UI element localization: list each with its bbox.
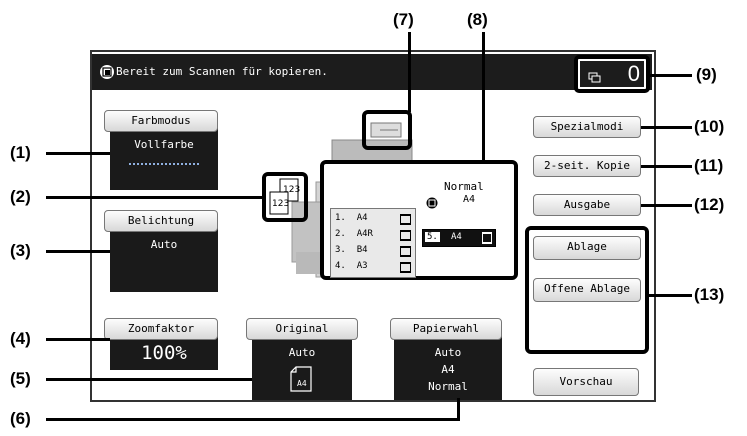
callout-line-3 — [46, 250, 110, 253]
callout-line-7 — [408, 32, 411, 112]
zoom-value: 100% — [141, 342, 187, 364]
bypass-tray[interactable]: 5. A4 — [422, 229, 496, 247]
tray-paper-type: Normal — [444, 180, 484, 193]
original-value: Auto — [288, 346, 316, 359]
quick-file-button[interactable]: Offene Ablage — [533, 278, 641, 302]
copies-icon — [588, 69, 602, 88]
tray-row[interactable]: 2. A4R — [335, 229, 411, 241]
callout-line-2 — [46, 196, 262, 199]
tray-row[interactable]: 1. A4 — [335, 213, 411, 225]
copy-count: 0 — [627, 61, 640, 86]
original-size: A4 — [297, 379, 307, 388]
paper-value: Auto — [434, 346, 462, 359]
svg-text:123: 123 — [283, 185, 300, 195]
special-modes-button[interactable]: Spezialmodi — [533, 116, 641, 138]
callout-line-11 — [641, 165, 692, 168]
bypass-tray-number: 5. — [425, 232, 440, 242]
callout-line-12 — [641, 204, 692, 207]
callout-line-5 — [46, 378, 252, 381]
svg-text:123: 123 — [272, 199, 289, 209]
tray-row[interactable]: 4. A3 — [335, 261, 411, 273]
callout-10: (10) — [694, 117, 725, 136]
paper-select-button[interactable]: Papierwahl — [390, 318, 502, 340]
preview-button[interactable]: Vorschau — [533, 368, 639, 396]
bypass-tray-size: A4 — [451, 232, 462, 242]
paper-stack-icon — [400, 230, 411, 241]
callout-line-4 — [46, 338, 110, 341]
callout-4: (4) — [10, 329, 31, 348]
status-bar: Bereit zum Scannen für kopieren. — [92, 54, 652, 90]
callout-7: (7) — [393, 10, 414, 29]
paper-stack-icon — [482, 232, 492, 244]
duplex-copy-button[interactable]: 2-seit. Kopie — [533, 155, 641, 177]
callout-6: (6) — [10, 409, 31, 428]
paper-size: A4 — [441, 363, 455, 376]
tray-list: 1. A4 2. A4R 3. B4 4. A3 — [330, 208, 416, 278]
callout-5: (5) — [10, 369, 31, 388]
duplex-copy-icon: 123 123 — [268, 178, 302, 220]
tray-paper-size: A4 — [463, 194, 476, 205]
paper-type: Normal — [428, 380, 468, 393]
callout-line-13 — [649, 294, 692, 297]
callout-line-8 — [482, 32, 485, 162]
callout-1: (1) — [10, 143, 31, 162]
callout-9: (9) — [696, 65, 717, 84]
output-tray-icon — [370, 120, 404, 144]
color-mode-value: Vollfarbe — [134, 138, 194, 151]
status-message: Bereit zum Scannen für kopieren. — [116, 65, 328, 78]
paper-stack-icon — [400, 262, 411, 273]
callout-3: (3) — [10, 241, 31, 260]
paper-stack-icon — [400, 246, 411, 257]
callout-8: (8) — [467, 10, 488, 29]
callout-line-1 — [46, 152, 110, 155]
callout-2: (2) — [10, 187, 31, 206]
callout-line-6 — [46, 418, 460, 421]
callout-12: (12) — [694, 195, 725, 214]
copy-counter: 0 — [574, 55, 650, 93]
color-mode-button[interactable]: Farbmodus — [104, 110, 218, 132]
exposure-area — [110, 222, 218, 292]
callout-13: (13) — [694, 285, 725, 304]
callout-line-10 — [641, 126, 692, 129]
output-button[interactable]: Ausgabe — [533, 194, 641, 216]
copier-status-icon — [100, 65, 114, 79]
exposure-button[interactable]: Belichtung — [104, 210, 218, 232]
exposure-value: Auto — [150, 238, 178, 251]
output-tray-icon-small — [426, 194, 438, 213]
callout-line-6-vertical — [457, 398, 460, 421]
callout-line-9 — [650, 74, 692, 77]
color-mode-indicator — [129, 163, 199, 165]
filing-button[interactable]: Ablage — [533, 236, 641, 260]
original-button[interactable]: Original — [246, 318, 358, 340]
callout-11: (11) — [694, 156, 724, 175]
zoom-button[interactable]: Zoomfaktor — [104, 318, 218, 340]
tray-row[interactable]: 3. B4 — [335, 245, 411, 257]
paper-stack-icon — [400, 214, 411, 225]
